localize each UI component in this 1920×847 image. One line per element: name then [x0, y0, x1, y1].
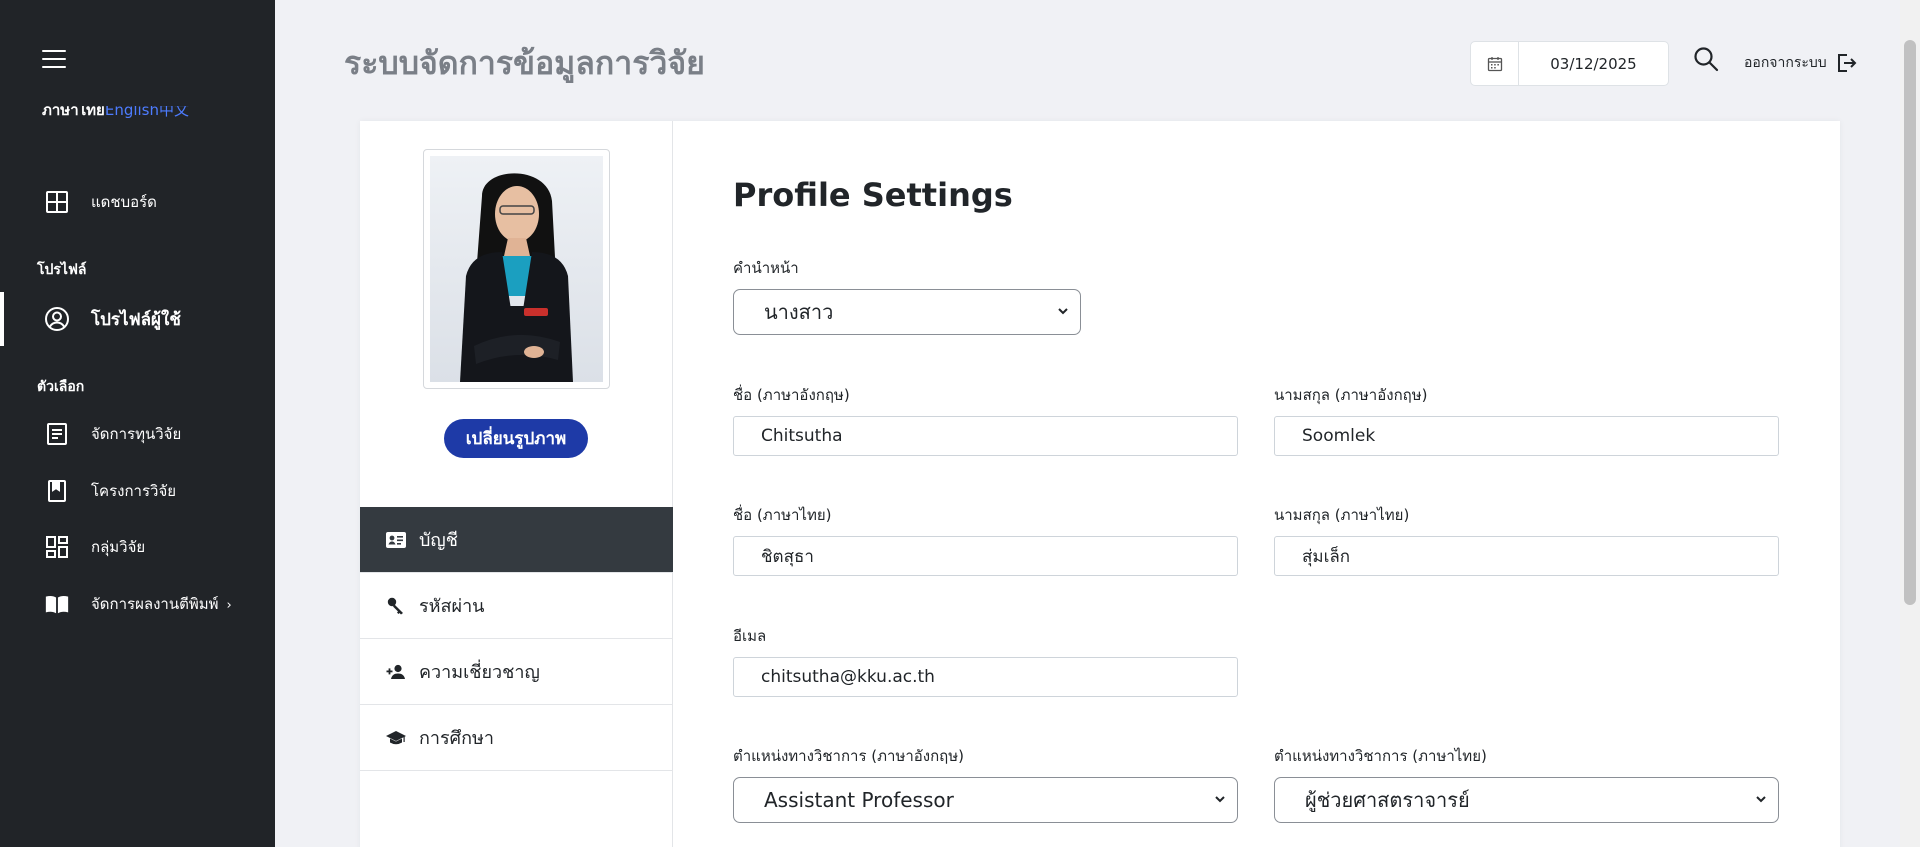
scrollbar-thumb[interactable] — [1904, 40, 1916, 605]
logout-label: ออกจากระบบ — [1744, 55, 1827, 71]
position-th-value: ผู้ช่วยศาสตราจารย์ — [1305, 788, 1470, 812]
section-heading-options: ตัวเลือก — [37, 379, 85, 395]
profile-photo — [430, 156, 603, 382]
sidebar-item-publications[interactable]: จัดการผลงานตีพิมพ์ › — [0, 578, 275, 630]
profile-side-panel: เปลี่ยนรูปภาพ บัญชี รหัสผ่าน ความเชี่ยวช… — [360, 121, 673, 847]
position-th-label: ตำแหน่งทางวิชาการ (ภาษาไทย) — [1274, 747, 1487, 765]
sidebar: ภาษาไทยEnglish中文 แดชบอร์ด โปรไฟล์ โปรไฟล… — [0, 0, 275, 847]
id-card-icon — [385, 529, 407, 551]
prefix-label: คำนำหน้า — [733, 259, 799, 277]
search-icon[interactable] — [1693, 46, 1721, 74]
sidebar-item-dashboard[interactable]: แดชบอร์ด — [0, 176, 275, 228]
position-en-select[interactable]: Assistant Professor — [733, 777, 1238, 823]
chevron-down-icon — [1215, 796, 1225, 803]
app-title: ระบบจัดการข้อมูลการวิจัย — [344, 44, 705, 82]
logout-icon — [1837, 54, 1857, 72]
tab-label: การศึกษา — [419, 728, 494, 749]
lang-chinese-link[interactable]: 中文 — [159, 106, 189, 119]
graduation-cap-icon — [385, 727, 407, 749]
grid-icon — [44, 189, 70, 215]
calendar-icon[interactable] — [1471, 42, 1519, 85]
chevron-down-icon — [1756, 796, 1766, 803]
date-value[interactable]: 03/12/2025 — [1519, 42, 1668, 85]
prefix-select[interactable]: นางสาว — [733, 289, 1081, 335]
lang-thai-link[interactable]: ภาษาไทย — [42, 106, 105, 119]
lang-english-link[interactable]: English — [105, 106, 159, 119]
sidebar-item-label: จัดการทุนวิจัย — [91, 425, 182, 443]
first-name-en-label: ชื่อ (ภาษาอังกฤษ) — [733, 386, 850, 404]
dashboard-tiles-icon — [44, 534, 70, 560]
tab-account[interactable]: บัญชี — [360, 507, 673, 573]
logout-button[interactable]: ออกจากระบบ — [1744, 52, 1857, 74]
email-label: อีเมล — [733, 627, 767, 645]
user-plus-icon — [385, 661, 407, 683]
open-book-icon — [44, 591, 70, 617]
profile-card: เปลี่ยนรูปภาพ บัญชี รหัสผ่าน ความเชี่ยวช… — [360, 121, 1840, 847]
last-name-th-input[interactable]: สุ่มเล็ก — [1274, 536, 1779, 576]
page-scrollbar[interactable] — [1900, 0, 1920, 847]
chevron-right-icon: › — [226, 598, 232, 613]
key-icon — [385, 595, 407, 617]
user-circle-icon — [44, 306, 70, 332]
last-name-th-label: นามสกุล (ภาษาไทย) — [1274, 506, 1410, 524]
prefix-value: นางสาว — [764, 300, 834, 324]
tab-password[interactable]: รหัสผ่าน — [360, 573, 673, 639]
sidebar-item-label: แดชบอร์ด — [91, 193, 157, 211]
position-en-value: Assistant Professor — [764, 788, 954, 812]
tab-education[interactable]: การศึกษา — [360, 705, 673, 771]
document-icon — [44, 421, 70, 447]
form-title: Profile Settings — [733, 176, 1013, 214]
last-name-en-label: นามสกุล (ภาษาอังกฤษ) — [1274, 386, 1428, 404]
position-en-label: ตำแหน่งทางวิชาการ (ภาษาอังกฤษ) — [733, 747, 964, 765]
sidebar-item-user-profile[interactable]: โปรไฟล์ผู้ใช้ — [0, 292, 275, 346]
menu-toggle-icon[interactable] — [42, 50, 66, 68]
sidebar-item-research-projects[interactable]: โครงการวิจัย — [0, 465, 275, 517]
first-name-th-label: ชื่อ (ภาษาไทย) — [733, 506, 832, 524]
tab-label: รหัสผ่าน — [419, 596, 485, 617]
tab-label: ความเชี่ยวชาญ — [419, 662, 540, 683]
first-name-en-input[interactable]: Chitsutha — [733, 416, 1238, 456]
change-photo-button[interactable]: เปลี่ยนรูปภาพ — [444, 419, 588, 458]
tab-expertise[interactable]: ความเชี่ยวชาญ — [360, 639, 673, 705]
sidebar-item-label: โครงการวิจัย — [91, 482, 177, 500]
bookmark-icon — [44, 478, 70, 504]
chevron-down-icon — [1058, 308, 1068, 315]
sidebar-item-label: กลุ่มวิจัย — [91, 538, 146, 556]
sidebar-item-label: จัดการผลงานตีพิมพ์ › — [91, 595, 232, 613]
position-th-select[interactable]: ผู้ช่วยศาสตราจารย์ — [1274, 777, 1779, 823]
sidebar-item-research-funds[interactable]: จัดการทุนวิจัย — [0, 408, 275, 460]
last-name-en-input[interactable]: Soomlek — [1274, 416, 1779, 456]
tab-label: บัญชี — [419, 530, 458, 551]
profile-photo-frame — [423, 149, 610, 389]
section-heading-profile: โปรไฟล์ — [37, 262, 87, 278]
language-switcher: ภาษาไทยEnglish中文 — [42, 106, 242, 124]
date-picker[interactable]: 03/12/2025 — [1470, 41, 1669, 86]
sidebar-item-label: โปรไฟล์ผู้ใช้ — [91, 309, 181, 330]
email-field[interactable]: chitsutha@kku.ac.th — [733, 657, 1238, 697]
sidebar-item-research-groups[interactable]: กลุ่มวิจัย — [0, 521, 275, 573]
first-name-th-input[interactable]: ชิตสุธา — [733, 536, 1238, 576]
